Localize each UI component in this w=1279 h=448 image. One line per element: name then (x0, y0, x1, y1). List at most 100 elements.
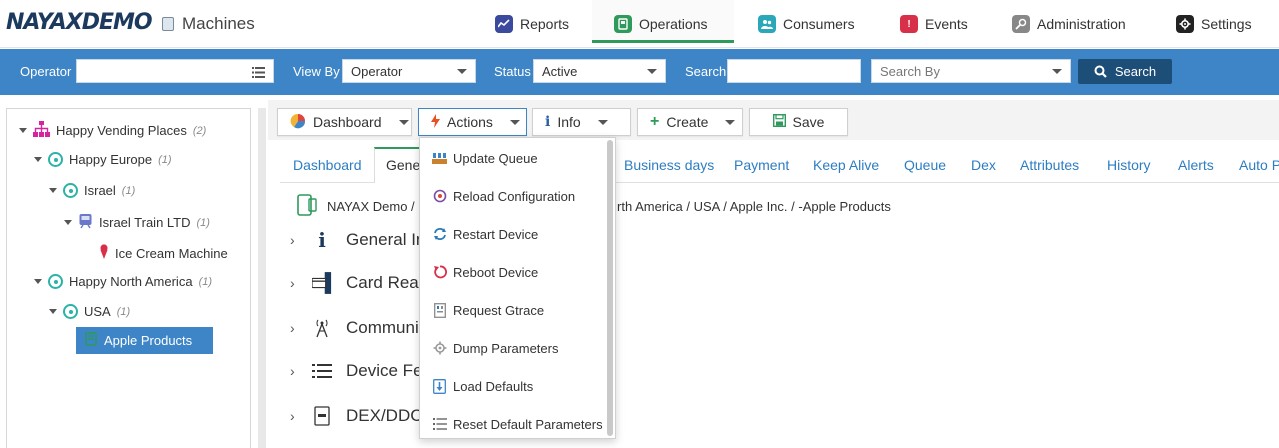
tab-dex[interactable]: Dex (971, 157, 996, 173)
menu-item-update-queue[interactable]: Update Queue (420, 139, 608, 177)
tree-node-count: (1) (121, 184, 136, 197)
create-button[interactable]: + Create (637, 108, 743, 136)
nav-administration[interactable]: Administration (1012, 12, 1126, 36)
panel-splitter[interactable] (258, 108, 266, 448)
menu-item-label: Dump Parameters (453, 340, 559, 356)
section-general-info[interactable]: › i General Inf (290, 228, 430, 252)
section-device-features[interactable]: › Device Fea (290, 361, 432, 381)
nav-reports[interactable]: Reports (495, 12, 569, 36)
list-settings-icon (312, 361, 332, 381)
search-button-label: Search (1114, 64, 1157, 79)
menu-item-load-defaults[interactable]: Load Defaults (420, 367, 608, 405)
tab-business-days[interactable]: Business days (624, 157, 714, 173)
status-select[interactable]: Active (533, 59, 666, 83)
chevron-down-icon[interactable] (34, 157, 42, 162)
plus-icon: + (650, 113, 660, 130)
brand-logo[interactable]: NAYAXDEMO (6, 10, 153, 35)
org-hierarchy-icon (33, 121, 50, 140)
chevron-right-icon: › (290, 232, 295, 248)
operator-label: Operator (20, 64, 72, 79)
tree-node-label: Happy North America (69, 274, 193, 289)
search-icon (1094, 65, 1107, 78)
section-title: Communic (346, 318, 428, 337)
tree-node-label: Apple Products (104, 333, 193, 348)
tab-auto[interactable]: Auto P (1239, 157, 1279, 173)
chevron-down-icon[interactable] (34, 279, 42, 284)
nav-consumers[interactable]: Consumers (758, 12, 855, 36)
tree-node-ice-cream-machine[interactable]: Ice Cream Machine (99, 244, 228, 262)
menu-item-reset-default-parameters[interactable]: Reset Default Parameters (420, 405, 608, 438)
menu-item-request-gtrace[interactable]: Request Gtrace (420, 291, 608, 329)
menu-item-label: Update Queue (453, 150, 538, 166)
info-button[interactable]: i Info (532, 108, 631, 136)
tab-queue[interactable]: Queue (904, 157, 946, 173)
tree-node-usa[interactable]: USA (1) (49, 304, 130, 319)
chevron-down-icon[interactable] (19, 128, 27, 133)
section-card-reader[interactable]: › Card Reade (290, 272, 438, 294)
status-value: Active (542, 64, 578, 79)
nav-settings[interactable]: Settings (1176, 12, 1252, 36)
tab-attributes[interactable]: Attributes (1020, 157, 1079, 173)
nav-events[interactable]: ! Events (900, 12, 968, 36)
tree-node-count: (1) (116, 305, 131, 318)
search-input[interactable] (727, 59, 861, 83)
top-header: NAYAXDEMO Machines Reports Operations Co… (0, 0, 1279, 48)
dashboard-button[interactable]: Dashboard (277, 108, 412, 136)
tree-node-israel-train-ltd[interactable]: Israel Train LTD (1) (64, 213, 210, 232)
tree-node-happy-north-america[interactable]: Happy North America (1) (34, 274, 212, 289)
menu-item-label: Reset Default Parameters (453, 416, 603, 432)
chevron-right-icon: › (290, 320, 295, 336)
tree-node-apple-products[interactable]: Apple Products (76, 327, 213, 354)
view-by-select[interactable]: Operator (342, 59, 476, 83)
reload-configuration-icon (432, 189, 447, 204)
tab-dashboard[interactable]: Dashboard (293, 157, 362, 173)
card-reader-icon (312, 272, 332, 294)
list-icon[interactable] (252, 66, 265, 81)
tab-alerts[interactable]: Alerts (1178, 157, 1214, 173)
search-by-placeholder: Search By (880, 64, 940, 79)
lightning-icon (431, 113, 440, 131)
nav-operations[interactable]: Operations (614, 12, 707, 36)
menu-item-restart-device[interactable]: Restart Device (420, 215, 608, 253)
chevron-down-icon[interactable] (49, 309, 57, 314)
machines-icon (162, 17, 174, 31)
operator-field[interactable] (76, 59, 274, 83)
menu-item-dump-parameters[interactable]: Dump Parameters (420, 329, 608, 367)
menu-item-reboot-device[interactable]: Reboot Device (420, 253, 608, 291)
location-pin-icon (48, 152, 63, 167)
save-icon (772, 113, 786, 130)
nav-consumers-label: Consumers (783, 16, 855, 32)
tree-node-israel[interactable]: Israel (1) (49, 183, 135, 198)
dashboard-button-label: Dashboard (313, 114, 382, 130)
chevron-down-icon[interactable] (49, 188, 57, 193)
tab-general[interactable]: Gene (386, 157, 420, 173)
tree-node-count: (1) (158, 153, 172, 166)
pie-chart-icon (290, 113, 306, 132)
ice-cream-icon (99, 244, 109, 262)
chevron-down-icon[interactable] (64, 220, 72, 225)
menu-item-reload-configuration[interactable]: Reload Configuration (420, 177, 608, 215)
antenna-icon (312, 318, 332, 338)
tree-node-happy-vending-places[interactable]: Happy Vending Places (2) (19, 121, 206, 140)
page-title-text: Machines (182, 14, 255, 33)
tab-keep-alive[interactable]: Keep Alive (813, 157, 879, 173)
search-label: Search (685, 64, 727, 79)
tree-node-count: (1) (198, 275, 213, 288)
save-button[interactable]: Save (749, 108, 848, 136)
section-dex-ddcmp[interactable]: › DEX/DDCM (290, 406, 437, 426)
breadcrumb-start: NAYAX Demo / (327, 199, 415, 214)
search-button[interactable]: Search (1078, 59, 1172, 84)
request-gtrace-icon (432, 302, 447, 318)
tab-payment[interactable]: Payment (734, 157, 789, 173)
location-pin-icon (63, 304, 78, 319)
section-communication[interactable]: › Communic (290, 318, 427, 338)
load-defaults-icon (432, 378, 447, 394)
tree-node-happy-europe[interactable]: Happy Europe (1) (34, 152, 172, 167)
chevron-down-icon (647, 69, 657, 74)
create-button-label: Create (666, 114, 709, 130)
search-by-select[interactable]: Search By (871, 59, 1071, 83)
actions-button[interactable]: Actions (418, 108, 527, 136)
tab-history[interactable]: History (1107, 157, 1151, 173)
chevron-down-icon (398, 119, 409, 125)
dropdown-scrollbar[interactable] (607, 140, 613, 436)
